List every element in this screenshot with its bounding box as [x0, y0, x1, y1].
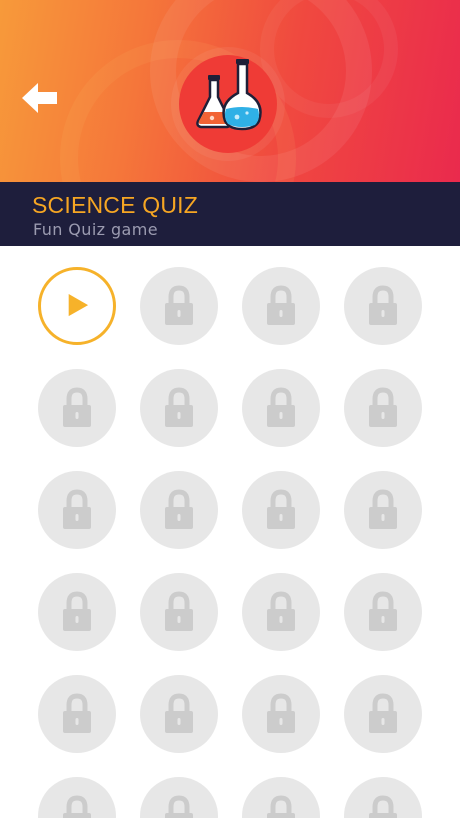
level-14-button[interactable] — [140, 573, 218, 651]
level-8-button[interactable] — [344, 369, 422, 447]
lock-icon — [165, 489, 193, 529]
level-3-button[interactable] — [242, 267, 320, 345]
level-19-button[interactable] — [242, 675, 320, 753]
level-11-button[interactable] — [242, 471, 320, 549]
lab-flasks-icon — [196, 59, 262, 131]
lock-icon — [165, 795, 193, 818]
lock-icon — [63, 795, 91, 818]
level-24-button[interactable] — [344, 777, 422, 818]
lock-icon — [369, 693, 397, 733]
level-16-button[interactable] — [344, 573, 422, 651]
lock-icon — [267, 387, 295, 427]
level-6-button[interactable] — [140, 369, 218, 447]
lock-icon — [165, 591, 193, 631]
level-22-button[interactable] — [140, 777, 218, 818]
lock-icon — [369, 795, 397, 818]
lock-icon — [267, 489, 295, 529]
level-2-button[interactable] — [140, 267, 218, 345]
lock-icon — [165, 285, 193, 325]
level-23-button[interactable] — [242, 777, 320, 818]
title-bar: SCIENCE QUIZ Fun Quiz game — [0, 182, 460, 246]
level-4-button[interactable] — [344, 267, 422, 345]
lock-icon — [267, 795, 295, 818]
lock-icon — [369, 489, 397, 529]
level-grid — [0, 246, 460, 818]
lock-icon — [267, 285, 295, 325]
back-arrow-icon — [22, 83, 57, 113]
lock-icon — [267, 591, 295, 631]
level-18-button[interactable] — [140, 675, 218, 753]
level-13-button[interactable] — [38, 573, 116, 651]
lock-icon — [369, 387, 397, 427]
page-subtitle: Fun Quiz game — [33, 220, 158, 239]
back-button[interactable] — [20, 80, 60, 116]
level-20-button[interactable] — [344, 675, 422, 753]
lock-icon — [63, 693, 91, 733]
lock-icon — [63, 387, 91, 427]
play-icon — [68, 294, 89, 317]
lock-icon — [165, 387, 193, 427]
lock-icon — [63, 489, 91, 529]
header-banner — [0, 0, 460, 182]
lock-icon — [63, 591, 91, 631]
level-5-button[interactable] — [38, 369, 116, 447]
level-21-button[interactable] — [38, 777, 116, 818]
level-9-button[interactable] — [38, 471, 116, 549]
lock-icon — [165, 693, 193, 733]
level-1-button[interactable] — [38, 267, 116, 345]
level-12-button[interactable] — [344, 471, 422, 549]
level-15-button[interactable] — [242, 573, 320, 651]
level-7-button[interactable] — [242, 369, 320, 447]
page-title: SCIENCE QUIZ — [32, 192, 198, 218]
app-logo — [179, 55, 277, 153]
lock-icon — [369, 591, 397, 631]
lock-icon — [369, 285, 397, 325]
level-10-button[interactable] — [140, 471, 218, 549]
lock-icon — [267, 693, 295, 733]
level-17-button[interactable] — [38, 675, 116, 753]
